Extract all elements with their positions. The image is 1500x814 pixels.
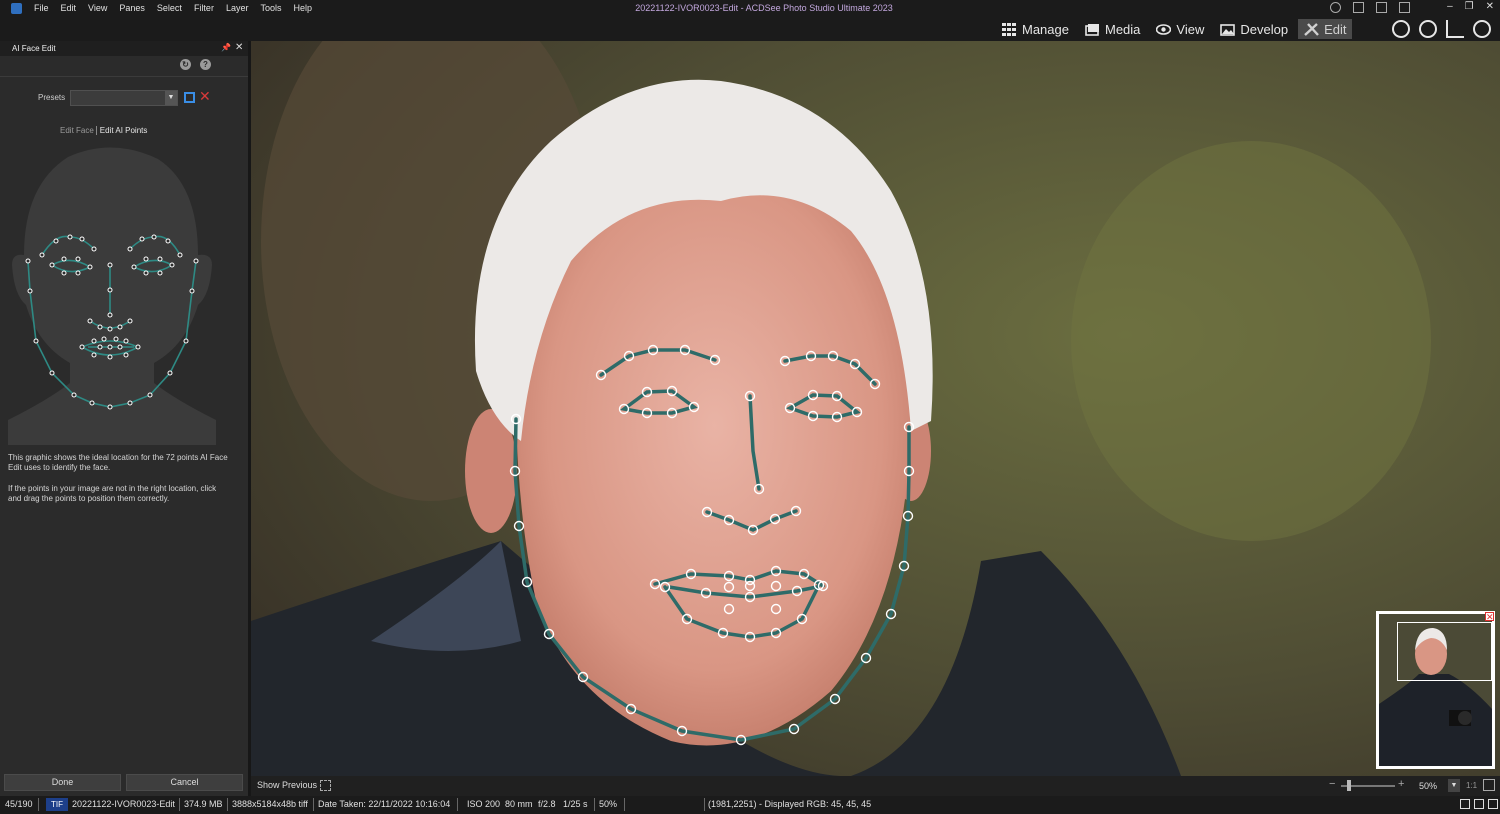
face-landmark-diagram xyxy=(8,147,216,445)
date-taken: Date Taken: 22/11/2022 10:16:04 xyxy=(318,799,451,809)
panel-close-icon[interactable]: ✕ xyxy=(235,42,243,53)
status-bar: 45/190 TIF 20221122-IVOR0023-Edit 374.9 … xyxy=(0,796,1500,814)
acdsee-365-icon[interactable] xyxy=(1419,20,1437,38)
status-divider xyxy=(457,798,458,811)
help-text-drag: If the points in your image are not in t… xyxy=(8,484,217,503)
status-icons xyxy=(1460,799,1498,809)
delete-preset-icon[interactable]: ✕ xyxy=(199,88,211,105)
media-icon xyxy=(1085,23,1099,36)
panel-header: AI Face Edit 📌 ✕ xyxy=(0,41,248,56)
mode-develop-label: Develop xyxy=(1240,21,1289,37)
window-title: 20221122-IVOR0023-Edit - ACDSee Photo St… xyxy=(635,3,893,13)
status-divider xyxy=(313,798,314,811)
panel-title: AI Face Edit xyxy=(12,44,56,53)
minimize-icon[interactable]: – xyxy=(1447,1,1453,12)
aperture: f/2.8 xyxy=(538,799,556,809)
status-divider xyxy=(227,798,228,811)
overlay-toggle-icon[interactable] xyxy=(1460,799,1470,809)
dashboard-icon[interactable] xyxy=(1446,20,1464,38)
zoom-dropdown[interactable]: ▼ xyxy=(1448,779,1460,792)
close-icon[interactable]: ✕ xyxy=(1486,1,1494,12)
account-icon[interactable] xyxy=(1330,2,1341,13)
mode-media-label: Media xyxy=(1104,21,1141,37)
mode-view-button[interactable]: View xyxy=(1150,19,1210,39)
image-dimensions: 3888x5184x48b tiff xyxy=(232,799,308,809)
mode-develop-button[interactable]: Develop xyxy=(1214,19,1294,39)
eye-icon xyxy=(1156,23,1172,35)
file-type-badge: TIF xyxy=(46,798,68,811)
iso: ISO 200 xyxy=(467,799,501,809)
full-screen-icon[interactable] xyxy=(1483,779,1495,791)
navigator-thumbnail[interactable]: ✕ xyxy=(1376,611,1495,769)
brush-icon xyxy=(1304,22,1319,36)
navigator-view-rectangle[interactable] xyxy=(1397,622,1492,681)
mode-manage-button[interactable]: Manage xyxy=(996,19,1075,39)
layout-left-icon[interactable] xyxy=(1353,2,1364,13)
chevron-down-icon[interactable]: ▼ xyxy=(165,91,177,105)
layout-right-icon[interactable] xyxy=(1399,2,1410,13)
mode-bar: Manage Media View Develop Edit xyxy=(0,17,1500,41)
window-controls: – ❐ ✕ xyxy=(1447,1,1494,12)
zoom-actual-size-button[interactable]: 1:1 xyxy=(1466,781,1477,790)
mode-edit-button[interactable]: Edit xyxy=(1298,19,1353,39)
presets-label: Presets xyxy=(38,93,66,102)
pin-icon[interactable]: 📌 xyxy=(221,43,231,52)
restore-icon[interactable]: ❐ xyxy=(1465,1,1474,12)
title-bar: File Edit View Panes Select Filter Layer… xyxy=(0,0,1500,17)
file-size: 374.9 MB xyxy=(184,799,223,809)
tab-edit-face[interactable]: Edit Face xyxy=(58,126,96,135)
pixel-info: (1981,2251) - Displayed RGB: 45, 45, 45 xyxy=(708,799,872,809)
grid-icon xyxy=(1002,22,1016,36)
ai-face-edit-panel: AI Face Edit 📌 ✕ ↻ ? Presets ▼ ✕ Edit Fa… xyxy=(0,41,248,796)
help-icon[interactable]: ? xyxy=(200,59,211,70)
mode-view-label: View xyxy=(1176,21,1205,37)
edit-tabs: Edit Face Edit AI Points xyxy=(58,126,149,135)
zoom-value: 50% xyxy=(1419,781,1438,791)
status-zoom: 50% xyxy=(599,799,618,809)
file-name: 20221122-IVOR0023-Edit xyxy=(72,799,175,809)
check-icon[interactable] xyxy=(1488,799,1498,809)
status-divider xyxy=(38,798,39,811)
zoom-in-icon[interactable]: + xyxy=(1398,778,1404,790)
zoom-slider-handle[interactable] xyxy=(1347,780,1351,791)
cancel-button[interactable]: Cancel xyxy=(126,774,243,791)
image-toolbar: Show Previous − + 50% ▼ 1:1 xyxy=(251,776,1500,796)
status-divider xyxy=(594,798,595,811)
photo-portrait xyxy=(251,41,1500,776)
status-divider xyxy=(704,798,705,811)
save-preset-icon[interactable] xyxy=(184,92,195,103)
status-divider xyxy=(624,798,625,811)
eye-toggle-icon[interactable] xyxy=(1473,20,1491,38)
show-previous-button[interactable]: Show Previous xyxy=(257,780,317,790)
shutter-speed: 1/25 s xyxy=(563,799,588,809)
status-divider xyxy=(179,798,180,811)
compare-toggle-icon[interactable] xyxy=(1474,799,1484,809)
navigator-close-icon[interactable]: ✕ xyxy=(1485,612,1494,622)
zoom-out-icon[interactable]: − xyxy=(1329,778,1335,790)
help-text-points: This graphic shows the ideal location fo… xyxy=(8,453,228,472)
divider xyxy=(0,76,248,77)
mode-edit-label: Edit xyxy=(1324,21,1347,37)
reset-icon[interactable]: ↻ xyxy=(180,59,191,70)
mode-media-button[interactable]: Media xyxy=(1079,19,1146,39)
layout-switcher xyxy=(1330,2,1410,13)
focal-length: 80 mm xyxy=(505,799,533,809)
image-canvas[interactable] xyxy=(251,41,1500,776)
fit-screen-icon[interactable] xyxy=(320,780,331,791)
globe-icon[interactable] xyxy=(1392,20,1410,38)
mode-manage-label: Manage xyxy=(1022,21,1069,37)
done-button[interactable]: Done xyxy=(4,774,121,791)
tab-edit-ai-points[interactable]: Edit AI Points xyxy=(95,126,150,135)
develop-icon xyxy=(1220,23,1236,36)
presets-dropdown[interactable]: ▼ xyxy=(70,90,178,106)
image-index: 45/190 xyxy=(5,799,33,809)
layout-bottom-icon[interactable] xyxy=(1376,2,1387,13)
